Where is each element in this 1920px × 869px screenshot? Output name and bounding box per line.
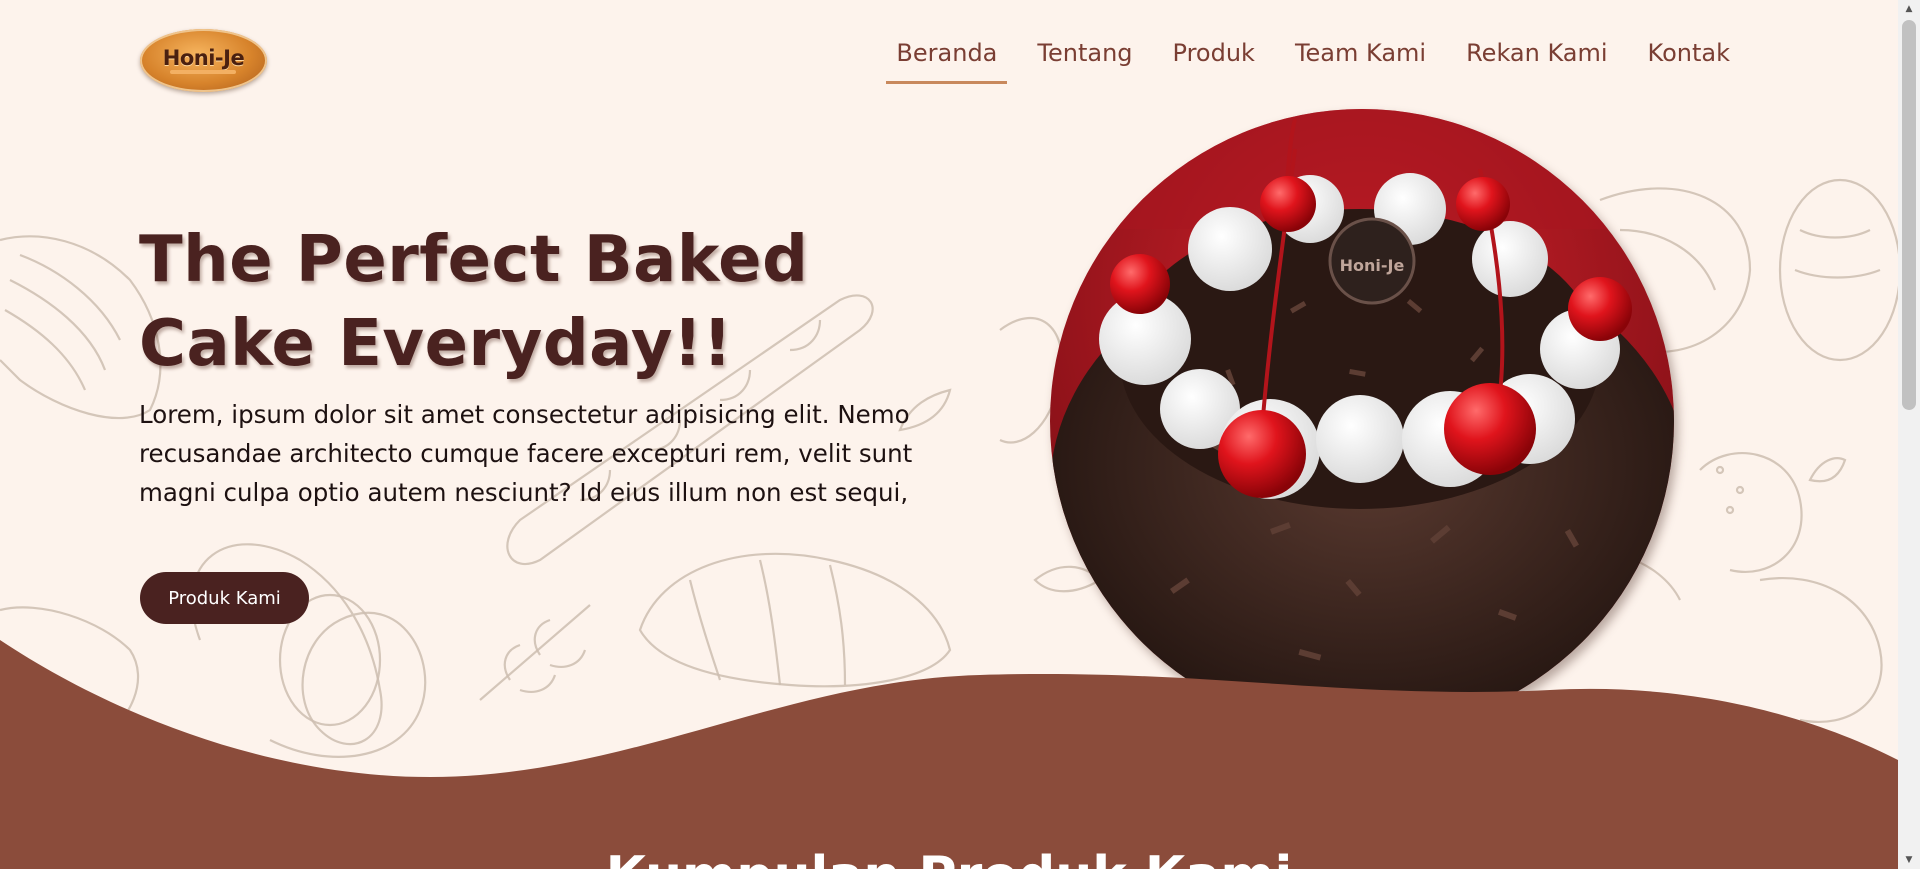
landing-page: Honi-Je Beranda Tentang Produk Team Kami… [0, 0, 1898, 869]
vertical-scrollbar[interactable]: ▲ ▼ [1898, 0, 1920, 869]
products-section-title: Kumpulan Produk Kami [0, 846, 1898, 869]
scrollbar-thumb[interactable] [1902, 20, 1916, 410]
hero-wave-divider [0, 640, 1898, 869]
scroll-down-arrow-icon[interactable]: ▼ [1898, 851, 1920, 869]
scroll-up-arrow-icon[interactable]: ▲ [1898, 0, 1920, 18]
